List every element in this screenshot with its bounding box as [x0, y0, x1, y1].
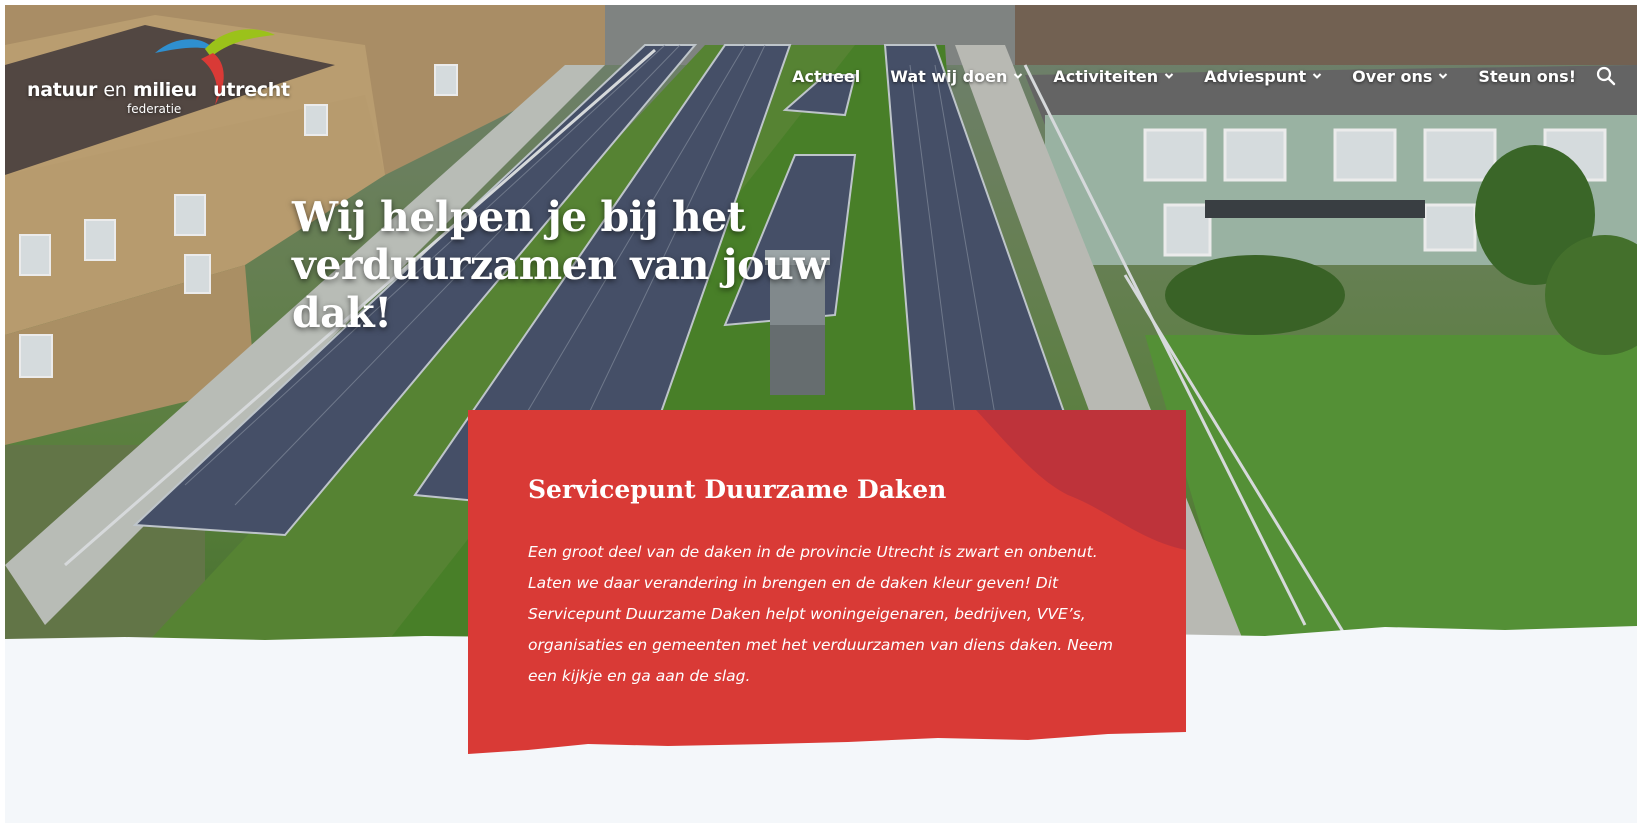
nav-item-over-ons[interactable]: Over ons [1337, 67, 1463, 86]
nav-item-activiteiten[interactable]: Activiteiten [1038, 67, 1189, 86]
chevron-down-icon [1164, 73, 1174, 79]
logo-subtitle: federatie [127, 102, 182, 116]
search-button[interactable] [1595, 65, 1617, 87]
nav-item-steun-ons[interactable]: Steun ons! [1463, 67, 1591, 86]
page-frame: natuur en milieu utrecht federatie Actue… [5, 5, 1637, 823]
nav-item-label: Wat wij doen [890, 66, 1008, 86]
search-icon [1596, 66, 1616, 86]
nav-item-label: Adviespunt [1204, 66, 1307, 86]
chevron-down-icon [1014, 73, 1023, 79]
site-logo[interactable]: natuur en milieu utrecht federatie [27, 23, 297, 123]
nav-item-label: Actueel [792, 66, 861, 86]
hero-title: Wij helpen je bij het verduurzamen van j… [292, 193, 829, 337]
nav-item-label: Activiteiten [1053, 66, 1159, 86]
chevron-down-icon [1439, 73, 1448, 79]
chevron-down-icon [1312, 73, 1322, 79]
nav-item-wat-wij-doen[interactable]: Wat wij doen [875, 67, 1038, 86]
nav-item-adviespunt[interactable]: Adviespunt [1189, 67, 1337, 86]
nav-item-actueel[interactable]: Actueel [777, 67, 875, 86]
card-description: Een groot deel van de daken in de provin… [528, 543, 1114, 685]
nav-item-label: Steun ons! [1478, 66, 1576, 86]
main-navigation: Actueel Wat wij doen Activiteiten Advies… [777, 65, 1617, 87]
servicepunt-card: Servicepunt Duurzame Daken Een groot dee… [468, 410, 1186, 770]
card-title: Servicepunt Duurzame Daken [528, 475, 947, 504]
nav-item-label: Over ons [1352, 66, 1433, 86]
logo-wordmark: natuur en milieu utrecht [27, 79, 290, 101]
